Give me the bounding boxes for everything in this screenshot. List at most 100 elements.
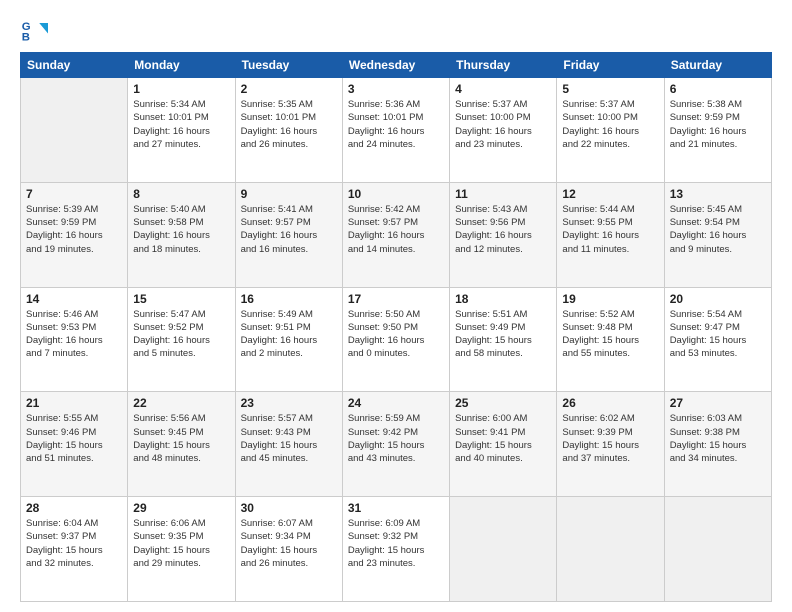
calendar-table: Sunday Monday Tuesday Wednesday Thursday… [20, 52, 772, 602]
col-tuesday: Tuesday [235, 53, 342, 78]
day-info: Sunrise: 5:55 AM Sunset: 9:46 PM Dayligh… [26, 412, 122, 465]
col-wednesday: Wednesday [342, 53, 449, 78]
day-info: Sunrise: 5:52 AM Sunset: 9:48 PM Dayligh… [562, 308, 658, 361]
table-row: 18 Sunrise: 5:51 AM Sunset: 9:49 PM Dayli… [450, 287, 557, 392]
calendar-page: G B Sunday Monday Tuesday Wednesday Thur… [0, 0, 792, 612]
day-number: 30 [241, 501, 337, 515]
day-info: Sunrise: 6:06 AM Sunset: 9:35 PM Dayligh… [133, 517, 229, 570]
day-info: Sunrise: 5:39 AM Sunset: 9:59 PM Dayligh… [26, 203, 122, 256]
table-row: 17 Sunrise: 5:50 AM Sunset: 9:50 PM Dayli… [342, 287, 449, 392]
day-number: 12 [562, 187, 658, 201]
table-row [450, 497, 557, 602]
logo-icon: G B [20, 16, 48, 44]
day-info: Sunrise: 5:51 AM Sunset: 9:49 PM Dayligh… [455, 308, 551, 361]
calendar-week-row: 21Sunrise: 5:55 AM Sunset: 9:46 PM Dayli… [21, 392, 772, 497]
day-info: Sunrise: 5:40 AM Sunset: 9:58 PM Dayligh… [133, 203, 229, 256]
svg-text:B: B [22, 32, 30, 44]
day-info: Sunrise: 5:50 AM Sunset: 9:50 PM Dayligh… [348, 308, 444, 361]
day-info: Sunrise: 5:35 AM Sunset: 10:01 PM Daylig… [241, 98, 337, 151]
day-info: Sunrise: 5:47 AM Sunset: 9:52 PM Dayligh… [133, 308, 229, 361]
table-row: 23 Sunrise: 5:57 AM Sunset: 9:43 PM Dayli… [235, 392, 342, 497]
day-number: 24 [348, 396, 444, 410]
calendar-header: Sunday Monday Tuesday Wednesday Thursday… [21, 53, 772, 78]
col-friday: Friday [557, 53, 664, 78]
table-row: 29 Sunrise: 6:06 AM Sunset: 9:35 PM Dayli… [128, 497, 235, 602]
day-info: Sunrise: 5:44 AM Sunset: 9:55 PM Dayligh… [562, 203, 658, 256]
table-row [664, 497, 771, 602]
day-info: Sunrise: 5:41 AM Sunset: 9:57 PM Dayligh… [241, 203, 337, 256]
table-row: 20 Sunrise: 5:54 AM Sunset: 9:47 PM Dayli… [664, 287, 771, 392]
table-row: 11 Sunrise: 5:43 AM Sunset: 9:56 PM Dayli… [450, 182, 557, 287]
day-info: Sunrise: 6:03 AM Sunset: 9:38 PM Dayligh… [670, 412, 766, 465]
col-sunday: Sunday [21, 53, 128, 78]
header: G B [20, 16, 772, 44]
day-number: 11 [455, 187, 551, 201]
day-info: Sunrise: 5:34 AM Sunset: 10:01 PM Daylig… [133, 98, 229, 151]
day-info: Sunrise: 5:59 AM Sunset: 9:42 PM Dayligh… [348, 412, 444, 465]
table-row: 16 Sunrise: 5:49 AM Sunset: 9:51 PM Dayli… [235, 287, 342, 392]
day-info: Sunrise: 6:04 AM Sunset: 9:37 PM Dayligh… [26, 517, 122, 570]
day-number: 20 [670, 292, 766, 306]
day-number: 17 [348, 292, 444, 306]
table-row: 14Sunrise: 5:46 AM Sunset: 9:53 PM Dayli… [21, 287, 128, 392]
table-row: 10Sunrise: 5:42 AM Sunset: 9:57 PM Dayli… [342, 182, 449, 287]
table-row: 24 Sunrise: 5:59 AM Sunset: 9:42 PM Dayli… [342, 392, 449, 497]
table-row: 13 Sunrise: 5:45 AM Sunset: 9:54 PM Dayli… [664, 182, 771, 287]
table-row [21, 78, 128, 183]
day-number: 19 [562, 292, 658, 306]
day-number: 27 [670, 396, 766, 410]
table-row: 1Sunrise: 5:34 AM Sunset: 10:01 PM Dayli… [128, 78, 235, 183]
table-row: 9Sunrise: 5:41 AM Sunset: 9:57 PM Daylig… [235, 182, 342, 287]
day-number: 26 [562, 396, 658, 410]
day-info: Sunrise: 6:09 AM Sunset: 9:32 PM Dayligh… [348, 517, 444, 570]
day-number: 3 [348, 82, 444, 96]
table-row: 5Sunrise: 5:37 AM Sunset: 10:00 PM Dayli… [557, 78, 664, 183]
day-info: Sunrise: 5:43 AM Sunset: 9:56 PM Dayligh… [455, 203, 551, 256]
day-number: 13 [670, 187, 766, 201]
calendar-week-row: 7 Sunrise: 5:39 AM Sunset: 9:59 PM Daylig… [21, 182, 772, 287]
day-info: Sunrise: 6:07 AM Sunset: 9:34 PM Dayligh… [241, 517, 337, 570]
table-row: 30 Sunrise: 6:07 AM Sunset: 9:34 PM Dayli… [235, 497, 342, 602]
calendar-week-row: 1Sunrise: 5:34 AM Sunset: 10:01 PM Dayli… [21, 78, 772, 183]
table-row: 12 Sunrise: 5:44 AM Sunset: 9:55 PM Dayli… [557, 182, 664, 287]
day-number: 31 [348, 501, 444, 515]
logo: G B [20, 16, 52, 44]
day-number: 18 [455, 292, 551, 306]
day-number: 16 [241, 292, 337, 306]
table-row: 8 Sunrise: 5:40 AM Sunset: 9:58 PM Daylig… [128, 182, 235, 287]
day-info: Sunrise: 5:45 AM Sunset: 9:54 PM Dayligh… [670, 203, 766, 256]
day-info: Sunrise: 5:37 AM Sunset: 10:00 PM Daylig… [455, 98, 551, 151]
day-number: 4 [455, 82, 551, 96]
table-row: 31 Sunrise: 6:09 AM Sunset: 9:32 PM Dayli… [342, 497, 449, 602]
table-row: 26 Sunrise: 6:02 AM Sunset: 9:39 PM Dayli… [557, 392, 664, 497]
day-info: Sunrise: 6:02 AM Sunset: 9:39 PM Dayligh… [562, 412, 658, 465]
day-info: Sunrise: 5:49 AM Sunset: 9:51 PM Dayligh… [241, 308, 337, 361]
calendar-week-row: 14Sunrise: 5:46 AM Sunset: 9:53 PM Dayli… [21, 287, 772, 392]
table-row: 3 Sunrise: 5:36 AM Sunset: 10:01 PM Dayli… [342, 78, 449, 183]
table-row: 21Sunrise: 5:55 AM Sunset: 9:46 PM Dayli… [21, 392, 128, 497]
day-info: Sunrise: 5:56 AM Sunset: 9:45 PM Dayligh… [133, 412, 229, 465]
day-info: Sunrise: 5:37 AM Sunset: 10:00 PM Daylig… [562, 98, 658, 151]
day-number: 23 [241, 396, 337, 410]
day-number: 6 [670, 82, 766, 96]
table-row: 19 Sunrise: 5:52 AM Sunset: 9:48 PM Dayli… [557, 287, 664, 392]
day-number: 8 [133, 187, 229, 201]
col-thursday: Thursday [450, 53, 557, 78]
day-number: 7 [26, 187, 122, 201]
table-row: 4 Sunrise: 5:37 AM Sunset: 10:00 PM Dayli… [450, 78, 557, 183]
calendar-week-row: 28 Sunrise: 6:04 AM Sunset: 9:37 PM Dayli… [21, 497, 772, 602]
day-number: 29 [133, 501, 229, 515]
day-info: Sunrise: 5:42 AM Sunset: 9:57 PM Dayligh… [348, 203, 444, 256]
day-info: Sunrise: 5:54 AM Sunset: 9:47 PM Dayligh… [670, 308, 766, 361]
day-number: 25 [455, 396, 551, 410]
table-row: 28 Sunrise: 6:04 AM Sunset: 9:37 PM Dayli… [21, 497, 128, 602]
col-monday: Monday [128, 53, 235, 78]
day-info: Sunrise: 5:36 AM Sunset: 10:01 PM Daylig… [348, 98, 444, 151]
day-number: 28 [26, 501, 122, 515]
table-row: 6 Sunrise: 5:38 AM Sunset: 9:59 PM Daylig… [664, 78, 771, 183]
day-info: Sunrise: 5:38 AM Sunset: 9:59 PM Dayligh… [670, 98, 766, 151]
day-info: Sunrise: 5:46 AM Sunset: 9:53 PM Dayligh… [26, 308, 122, 361]
day-info: Sunrise: 5:57 AM Sunset: 9:43 PM Dayligh… [241, 412, 337, 465]
day-number: 2 [241, 82, 337, 96]
calendar-body: 1Sunrise: 5:34 AM Sunset: 10:01 PM Dayli… [21, 78, 772, 602]
